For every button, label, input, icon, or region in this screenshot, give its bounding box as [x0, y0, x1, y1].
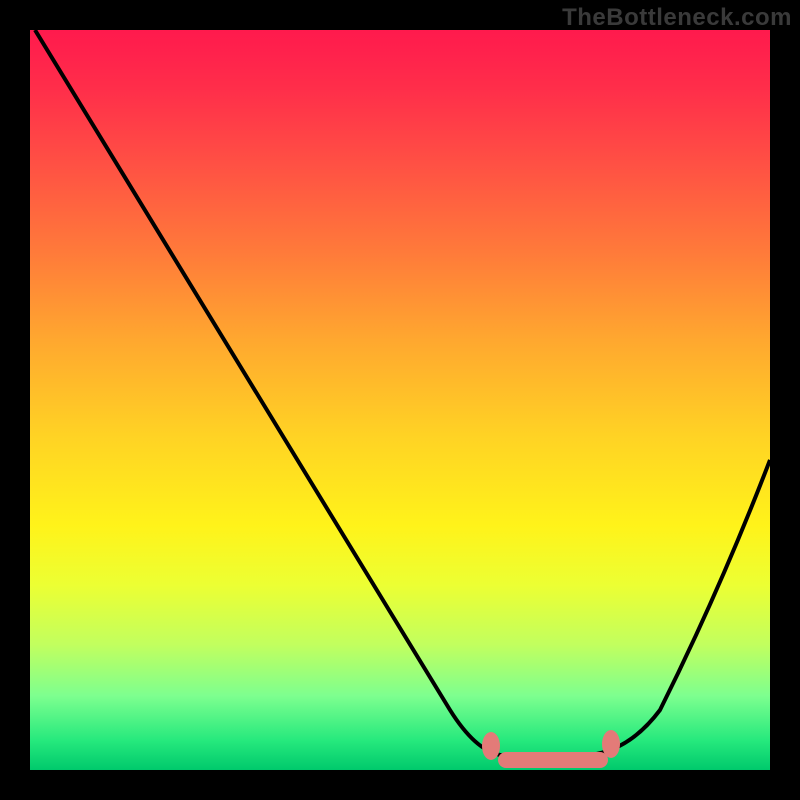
optimal-range-band	[498, 752, 608, 768]
curve-path	[35, 30, 770, 755]
plot-area	[30, 30, 770, 770]
optimal-range-start-marker	[482, 732, 500, 760]
watermark-text: TheBottleneck.com	[562, 4, 792, 32]
bottleneck-curve	[30, 30, 770, 770]
chart-frame: TheBottleneck.com	[0, 0, 800, 800]
optimal-range-end-marker	[602, 730, 620, 758]
